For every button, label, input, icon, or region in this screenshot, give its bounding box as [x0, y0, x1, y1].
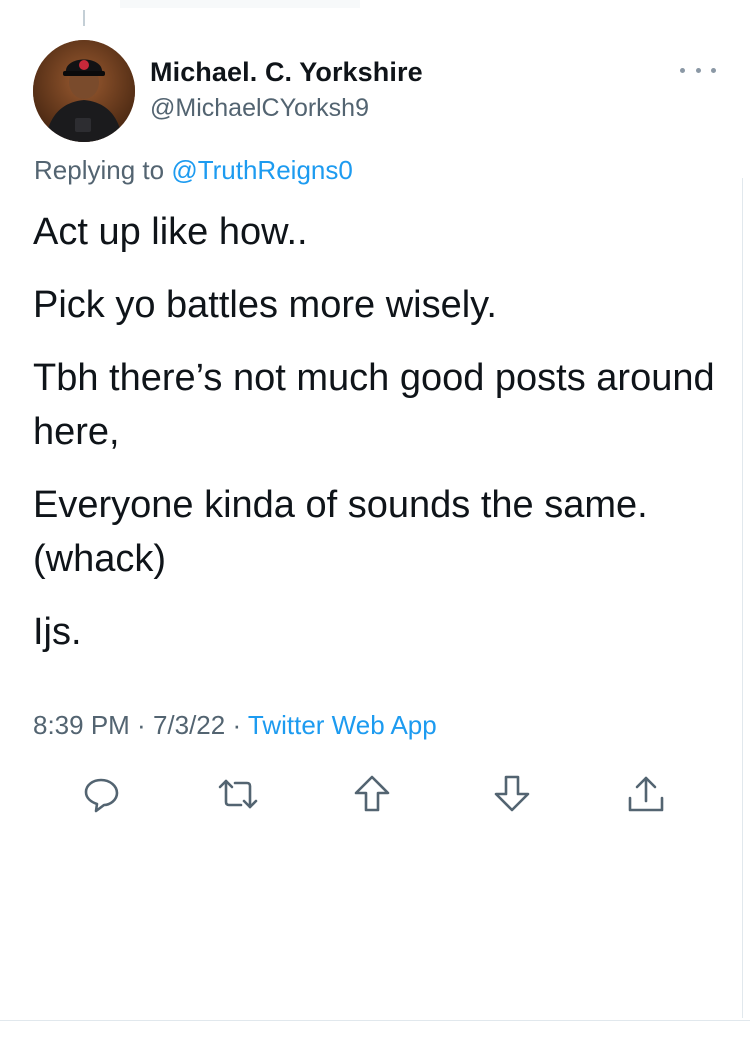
replying-to-line: Replying to @TruthReigns0 — [34, 155, 353, 186]
thread-connector — [83, 10, 85, 26]
tweet-date[interactable]: 7/3/22 — [153, 710, 225, 740]
previous-tweet-edge — [120, 0, 360, 8]
avatar[interactable] — [33, 40, 135, 142]
right-divider — [742, 178, 743, 1018]
meta-separator: · — [129, 710, 153, 740]
action-bar — [0, 772, 750, 818]
downvote-icon[interactable] — [490, 772, 534, 816]
tweet-paragraph: Everyone kinda of sounds the same. (whac… — [33, 484, 648, 580]
reply-icon[interactable] — [80, 772, 124, 816]
tweet-paragraph: Ijs. — [33, 611, 82, 653]
tweet-time[interactable]: 8:39 PM — [33, 710, 130, 740]
author-handle[interactable]: @MichaelCYorksh9 — [150, 94, 369, 123]
more-options-icon[interactable] — [680, 60, 716, 80]
share-icon[interactable] — [624, 772, 668, 816]
retweet-icon[interactable] — [216, 772, 260, 816]
tweet-text: Act up like how.. Pick yo battles more w… — [33, 205, 723, 678]
author-display-name[interactable]: Michael. C. Yorkshire — [150, 57, 423, 88]
tweet-paragraph: Pick yo battles more wisely. — [33, 284, 497, 326]
tweet-source-link[interactable]: Twitter Web App — [248, 710, 437, 740]
tweet-metadata: 8:39 PM · 7/3/22 · Twitter Web App — [33, 710, 437, 741]
bottom-divider — [0, 1020, 750, 1021]
meta-separator: · — [225, 710, 248, 740]
reply-mention-link[interactable]: @TruthReigns0 — [171, 155, 353, 185]
tweet-paragraph: Tbh there’s not much good posts around h… — [33, 357, 715, 453]
tweet-paragraph: Act up like how.. — [33, 211, 308, 253]
replying-to-label: Replying to — [34, 155, 165, 185]
upvote-icon[interactable] — [350, 772, 394, 816]
